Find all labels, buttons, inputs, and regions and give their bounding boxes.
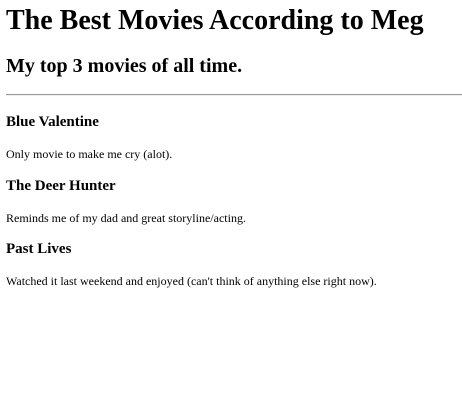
- page-title: The Best Movies According to Meg: [6, 5, 424, 36]
- page-content: The Best Movies According to Meg My top …: [0, 0, 462, 288]
- movie-item: Past Lives Watched it last weekend and e…: [6, 225, 462, 288]
- page-subtitle: My top 3 movies of all time.: [6, 55, 243, 77]
- movie-title: Blue Valentine: [6, 114, 99, 130]
- movie-description: Watched it last weekend and enjoyed (can…: [6, 274, 377, 288]
- movie-description: Reminds me of my dad and great storyline…: [6, 211, 246, 225]
- movie-title: The Deer Hunter: [6, 178, 116, 194]
- movie-description: Only movie to make me cry (alot).: [6, 147, 173, 161]
- movie-item: Blue Valentine Only movie to make me cry…: [6, 96, 462, 161]
- movie-item: The Deer Hunter Reminds me of my dad and…: [6, 161, 462, 225]
- movie-title: Past Lives: [6, 241, 72, 257]
